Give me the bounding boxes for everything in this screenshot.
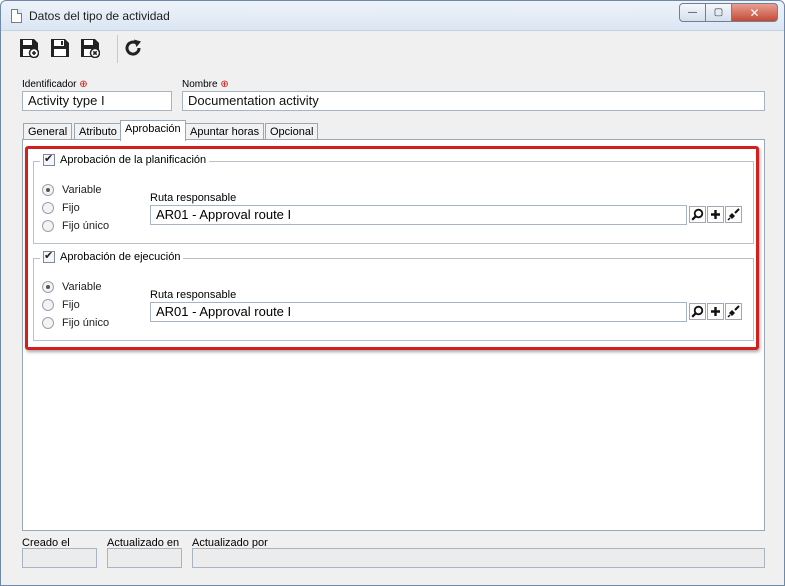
- save-button[interactable]: [49, 37, 71, 59]
- tab-atributo[interactable]: Atributo: [74, 123, 122, 140]
- save-icon: [51, 39, 69, 57]
- name-label-text: Nombre: [182, 79, 218, 90]
- required-icon: ⊕: [79, 79, 88, 90]
- save-close-icon: [81, 39, 100, 58]
- required-icon: ⊕: [220, 79, 229, 90]
- save-close-button[interactable]: [79, 37, 101, 59]
- tab-general[interactable]: General: [23, 123, 73, 140]
- document-icon: [11, 9, 22, 23]
- save-new-icon: [20, 39, 39, 58]
- window-controls: — ▢ ✕: [679, 3, 778, 23]
- highlight-frame: [25, 146, 759, 350]
- refresh-icon: [125, 39, 141, 56]
- toolbar-separator: [117, 35, 118, 63]
- updated-field: [107, 548, 182, 568]
- updated-by-field: [192, 548, 765, 568]
- created-field: [22, 548, 97, 568]
- identifier-label: Identificador ⊕: [22, 79, 88, 90]
- activity-type-window: Datos del tipo de actividad — ▢ ✕ Identi…: [0, 0, 785, 586]
- identifier-label-text: Identificador: [22, 79, 77, 90]
- close-button[interactable]: ✕: [732, 3, 778, 22]
- window-title: Datos del tipo de actividad: [29, 9, 170, 23]
- tab-aprobacion[interactable]: Aprobación: [120, 120, 186, 141]
- save-new-button[interactable]: [18, 37, 40, 59]
- tab-apuntar-horas[interactable]: Apuntar horas: [185, 123, 265, 140]
- name-label: Nombre ⊕: [182, 79, 229, 90]
- maximize-button[interactable]: ▢: [706, 3, 732, 22]
- title-bar: Datos del tipo de actividad — ▢ ✕: [1, 1, 784, 31]
- name-field[interactable]: Documentation activity: [182, 91, 765, 111]
- tab-opcional[interactable]: Opcional: [265, 123, 319, 140]
- refresh-button[interactable]: [122, 37, 144, 59]
- toolbar: [9, 33, 777, 65]
- identifier-field[interactable]: Activity type I: [22, 91, 172, 111]
- minimize-button[interactable]: —: [679, 3, 706, 22]
